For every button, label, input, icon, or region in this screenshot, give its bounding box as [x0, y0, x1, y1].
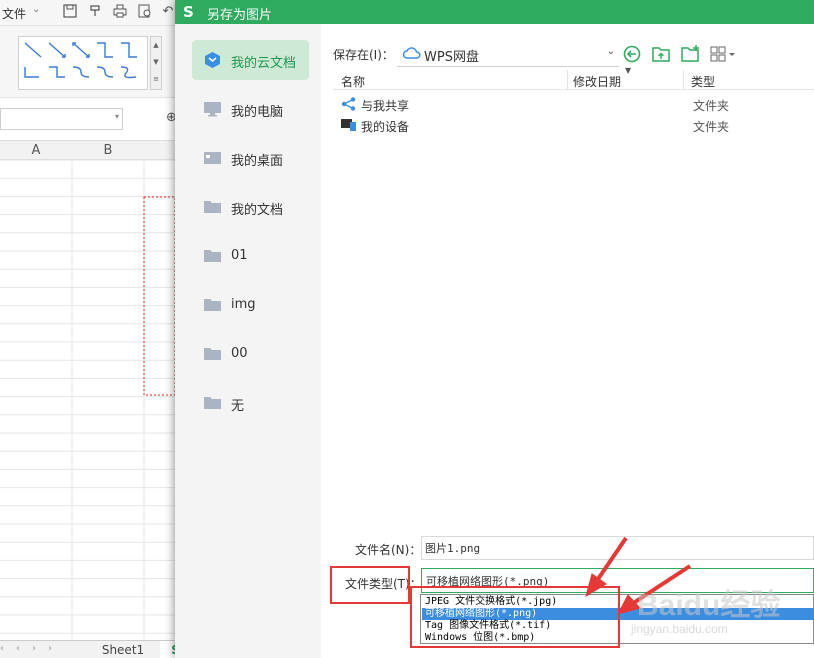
baidu-jingyan-watermark: Baidu经验 jingyan.baidu.com — [625, 572, 814, 658]
annotation-arrows — [585, 536, 692, 615]
watermark-brand: Baidu经验 — [637, 589, 781, 622]
watermark-url: jingyan.baidu.com — [631, 622, 728, 636]
